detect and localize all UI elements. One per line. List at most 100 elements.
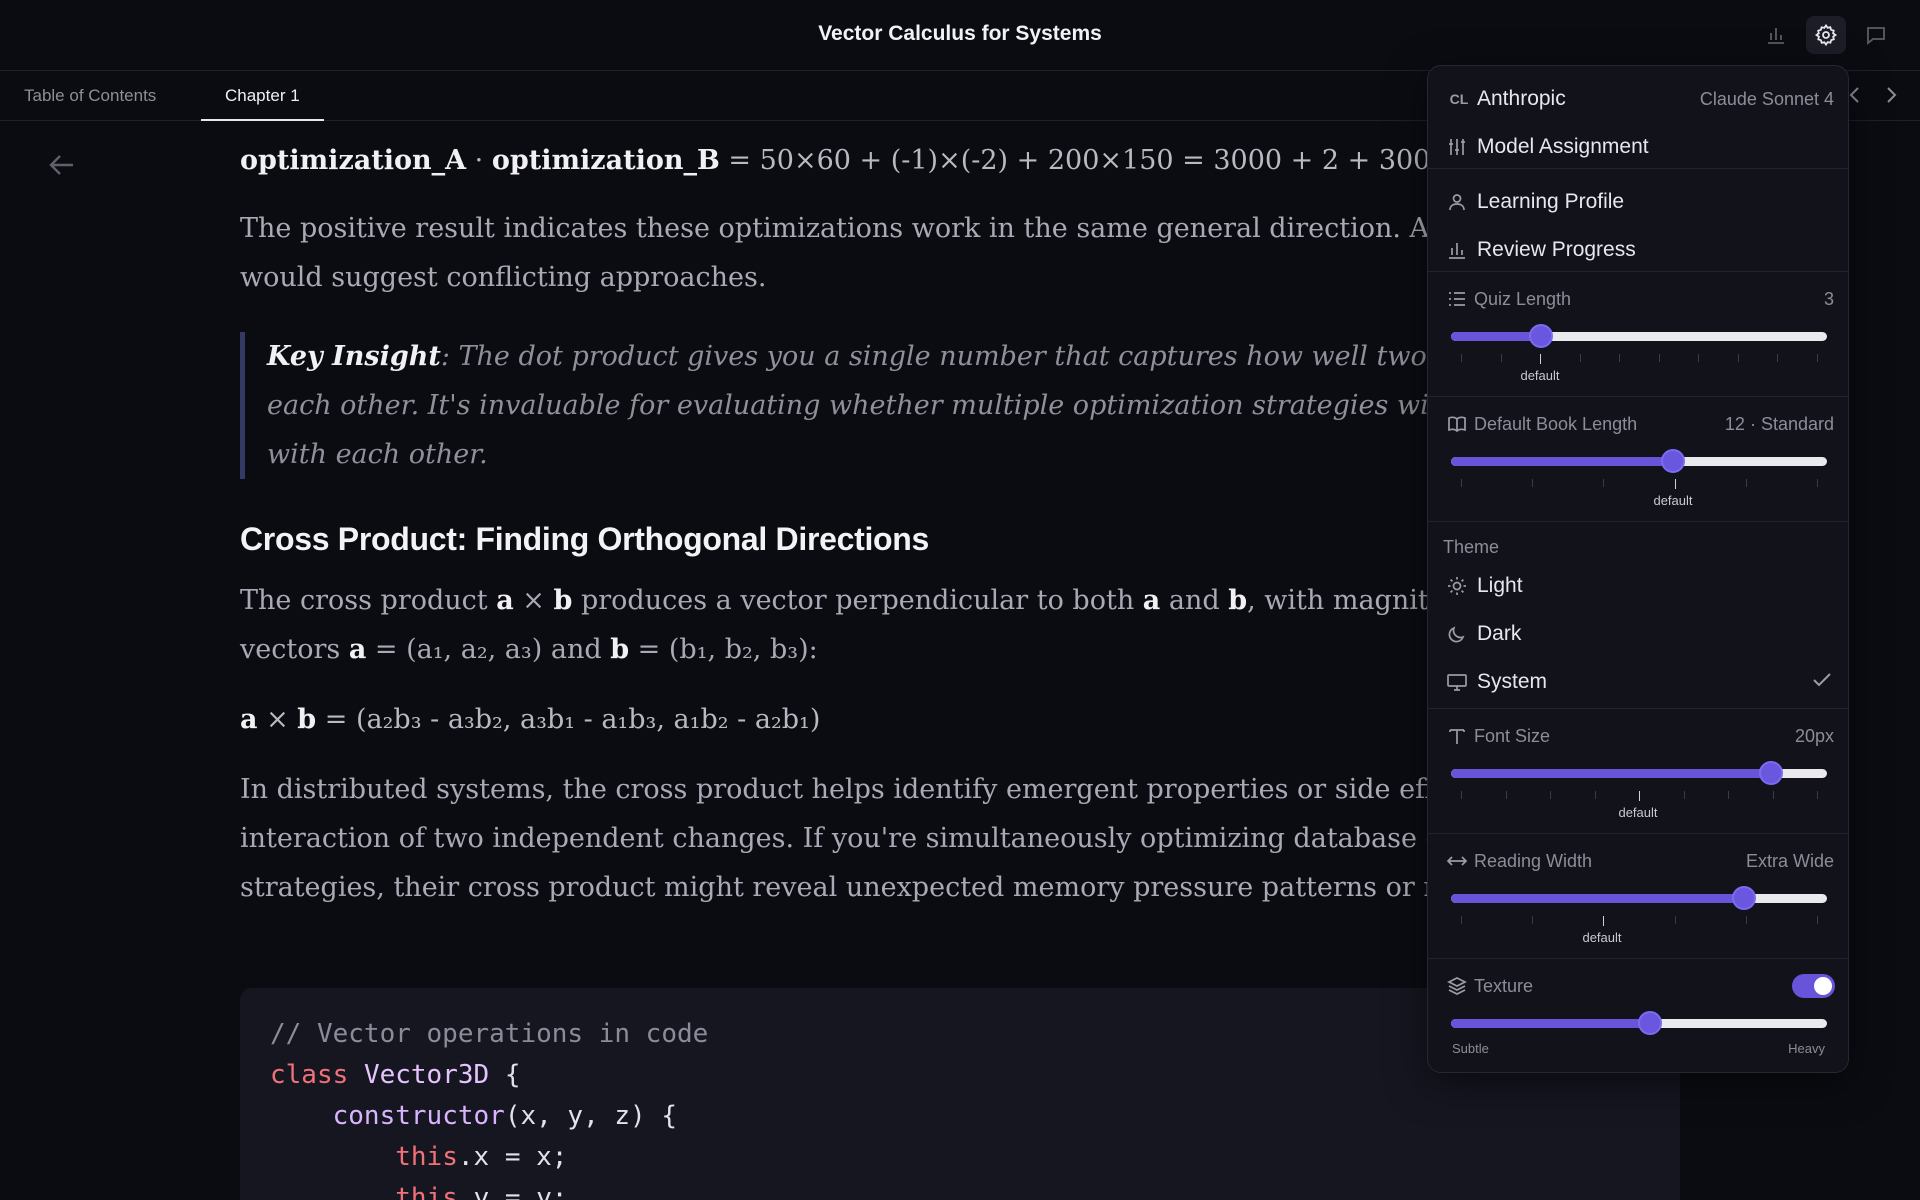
- checkmark-icon: [1812, 672, 1832, 693]
- texture-slider[interactable]: [1451, 1011, 1827, 1035]
- slider-tick: [1532, 916, 1534, 924]
- settings-panel: CL Anthropic Claude Sonnet 4 Model Assig…: [1427, 65, 1849, 1073]
- book-length-value: 12 · Standard: [1724, 413, 1834, 434]
- slider-tick: [1658, 354, 1660, 362]
- slider-tick: [1737, 354, 1739, 362]
- slider-tick: [1500, 354, 1502, 362]
- slider-fill: [1451, 332, 1542, 341]
- slider-knob[interactable]: [1529, 324, 1554, 348]
- comment-icon[interactable]: [1856, 16, 1896, 54]
- slider-tick: [1461, 791, 1462, 799]
- paragraph-text: and: [1160, 585, 1229, 616]
- texture-header: Texture: [1428, 971, 1848, 1001]
- model-name: Claude Sonnet 4: [1699, 88, 1834, 109]
- slider-tick: [1777, 354, 1779, 362]
- slider-knob[interactable]: [1732, 886, 1757, 910]
- bar-chart-icon[interactable]: [1756, 16, 1796, 54]
- review-progress-item[interactable]: Review Progress: [1428, 231, 1848, 269]
- font-size-value: 20px: [1794, 725, 1834, 746]
- theme-option-system[interactable]: System: [1428, 663, 1848, 701]
- slider-tick: [1461, 354, 1462, 362]
- code-keyword: this: [395, 1183, 458, 1200]
- slider-tick: [1532, 479, 1534, 487]
- provider-badge: CL: [1449, 91, 1469, 107]
- review-progress-label: Review Progress: [1477, 238, 1636, 261]
- slider-tick: [1461, 916, 1462, 924]
- reading-width-header: Reading Width Extra Wide: [1428, 846, 1848, 876]
- slider-knob[interactable]: [1660, 449, 1685, 473]
- vector-b: b: [1228, 585, 1248, 616]
- slider-tick: [1683, 791, 1685, 799]
- gear-icon[interactable]: [1806, 16, 1846, 54]
- learning-profile-label: Learning Profile: [1477, 190, 1625, 213]
- type-icon: [1446, 725, 1468, 747]
- texture-label: Texture: [1474, 975, 1534, 996]
- dot-product-equation: optimization_A · optimization_B = 50×60 …: [240, 130, 1480, 192]
- vector-a: a: [348, 634, 367, 665]
- font-size-label: Font Size: [1474, 725, 1551, 746]
- app-title: Vector Calculus for Systems: [818, 22, 1102, 45]
- sliders-icon: [1446, 136, 1468, 158]
- texture-toggle[interactable]: [1792, 974, 1835, 998]
- paragraph-line: The positive result indicates these opti…: [240, 213, 1505, 244]
- paragraph-text: produces a vector perpendicular to both: [572, 585, 1143, 616]
- theme-option-light[interactable]: Light: [1428, 567, 1848, 605]
- default-marker-label: default: [1520, 368, 1560, 383]
- vector-b: b: [610, 634, 630, 665]
- code-comment: // Vector operations in code: [270, 1019, 709, 1049]
- default-tick: [1639, 791, 1640, 801]
- slider-tick: [1817, 916, 1818, 924]
- divider: [1428, 271, 1848, 272]
- learning-profile-item[interactable]: Learning Profile: [1428, 183, 1848, 221]
- slider-tick: [1550, 791, 1551, 799]
- slider-tick: [1772, 791, 1774, 799]
- theme-option-label: Light: [1477, 574, 1523, 597]
- slider-tick: [1505, 791, 1507, 799]
- provider-row[interactable]: CL Anthropic Claude Sonnet 4: [1428, 80, 1848, 118]
- quiz-length-value: 3: [1823, 288, 1834, 309]
- back-arrow-icon[interactable]: [48, 152, 76, 183]
- code-keyword: class: [270, 1060, 349, 1090]
- vector-a: a: [496, 585, 514, 616]
- theme-header: Theme: [1428, 532, 1848, 562]
- tab-chapter-1[interactable]: Chapter 1: [201, 86, 324, 121]
- reading-width-slider[interactable]: [1451, 886, 1827, 910]
- equation-term-a: optimization_A: [240, 145, 467, 176]
- chevron-right-icon[interactable]: [1884, 84, 1898, 111]
- book-length-header: Default Book Length 12 · Standard: [1428, 409, 1848, 439]
- slider-tick: [1817, 354, 1818, 362]
- slider-fill: [1451, 457, 1673, 466]
- default-tick: [1540, 354, 1542, 364]
- quiz-length-slider[interactable]: [1451, 324, 1827, 348]
- book-length-ticks: [1461, 479, 1818, 489]
- model-assignment-item[interactable]: Model Assignment: [1428, 128, 1848, 166]
- tab-table-of-contents[interactable]: Table of Contents: [24, 86, 156, 119]
- vector-a: a: [240, 704, 258, 735]
- code-keyword: this: [395, 1142, 458, 1172]
- default-marker-label: default: [1582, 930, 1622, 945]
- chevron-left-icon[interactable]: [1848, 84, 1862, 111]
- slider-tick: [1594, 791, 1596, 799]
- paragraph-line: strategies, their cross product might re…: [240, 872, 1507, 903]
- paragraph-line: In distributed systems, the cross produc…: [240, 774, 1510, 805]
- code-punct: {: [489, 1060, 521, 1090]
- paragraph-text: = (a₁, a₂, a₃) and: [366, 634, 611, 665]
- key-insight-callout: Key Insight: The dot product gives you a…: [240, 332, 1554, 479]
- slider-knob[interactable]: [1638, 1011, 1663, 1035]
- default-tick: [1674, 479, 1676, 489]
- slider-tick: [1745, 479, 1747, 487]
- divider: [1428, 833, 1848, 834]
- font-size-ticks: [1461, 791, 1818, 801]
- user-icon: [1446, 191, 1468, 213]
- font-size-slider[interactable]: [1451, 761, 1827, 785]
- code-statement: .y = y;: [457, 1183, 568, 1200]
- slider-fill: [1451, 1019, 1651, 1028]
- texture-max-label: Heavy: [1788, 1041, 1825, 1056]
- equation-rhs: = 50×60 + (-1)×(-2) + 200×150 = 3000 + 2…: [719, 145, 1448, 176]
- slider-tick: [1461, 479, 1462, 487]
- theme-option-dark[interactable]: Dark: [1428, 615, 1848, 653]
- toggle-knob: [1814, 977, 1832, 995]
- book-icon: [1446, 413, 1468, 435]
- book-length-slider[interactable]: [1451, 449, 1827, 473]
- slider-knob[interactable]: [1758, 761, 1783, 785]
